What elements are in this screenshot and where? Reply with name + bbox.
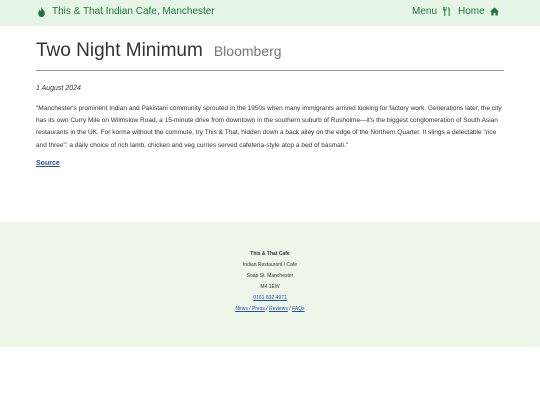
- brand-text: This & That Indian Cafe, Manchester: [52, 6, 215, 17]
- footer-phone-link[interactable]: 0161 832 4971: [0, 295, 540, 301]
- fire-icon: [38, 6, 45, 17]
- footer-links: News / Press / Reviews / FAQs: [0, 306, 540, 312]
- utensils-icon: [442, 7, 450, 16]
- home-icon: [489, 7, 499, 16]
- header-divider: [36, 70, 504, 71]
- source-link[interactable]: Source: [36, 160, 60, 167]
- page-title: Two Night Minimum: [36, 40, 203, 61]
- footer-street: Soap St, Manchester: [246, 273, 294, 279]
- navbar: This & That Indian Cafe, Manchester Menu…: [0, 0, 540, 26]
- footer-link-faqs[interactable]: FAQs: [292, 306, 305, 312]
- brand-link[interactable]: This & That Indian Cafe, Manchester: [37, 6, 215, 17]
- footer-postcode: M4 1EW: [260, 284, 280, 290]
- nav-home-link[interactable]: Home: [458, 6, 499, 17]
- nav-menu-label: Menu: [412, 6, 438, 17]
- footer: This & That Cafe Indian Restaurant / Caf…: [0, 222, 540, 347]
- article-date: 1 August 2024: [36, 85, 81, 92]
- footer-business-type: Indian Restaurant / Cafe: [242, 262, 298, 268]
- article-quote: "Manchester's prominent Indian and Pakis…: [36, 105, 502, 149]
- footer-link-reviews[interactable]: Reviews: [269, 306, 288, 312]
- publication-name: Bloomberg: [213, 43, 282, 59]
- nav-menu-link[interactable]: Menu: [412, 6, 451, 17]
- footer-link-news-press[interactable]: News / Press: [235, 306, 264, 312]
- nav-home-label: Home: [458, 6, 485, 17]
- footer-business-name: This & That Cafe: [250, 251, 290, 257]
- page-header: Two Night Minimum Bloomberg: [36, 40, 282, 62]
